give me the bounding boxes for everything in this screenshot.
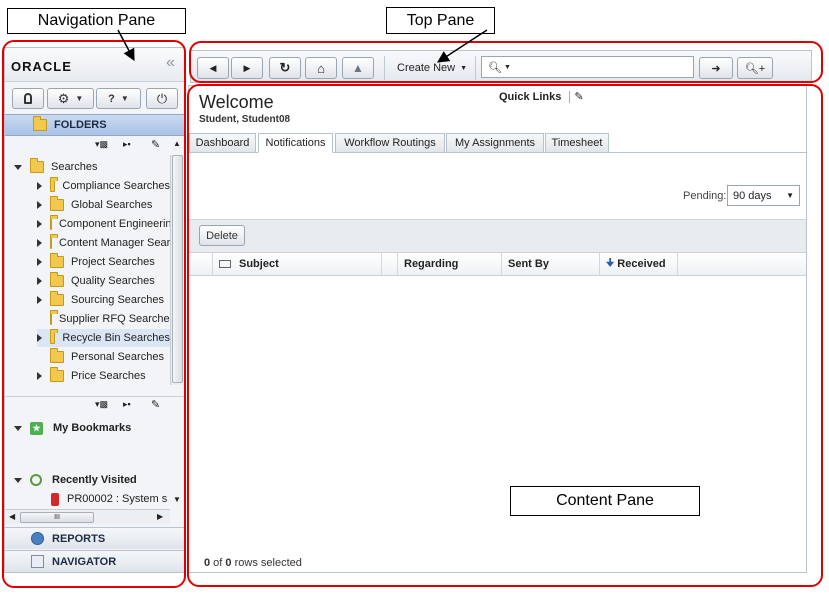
callout-arrows <box>117 29 488 63</box>
top-pane-arrow <box>436 29 488 63</box>
navigation-pane-arrow <box>117 29 135 62</box>
